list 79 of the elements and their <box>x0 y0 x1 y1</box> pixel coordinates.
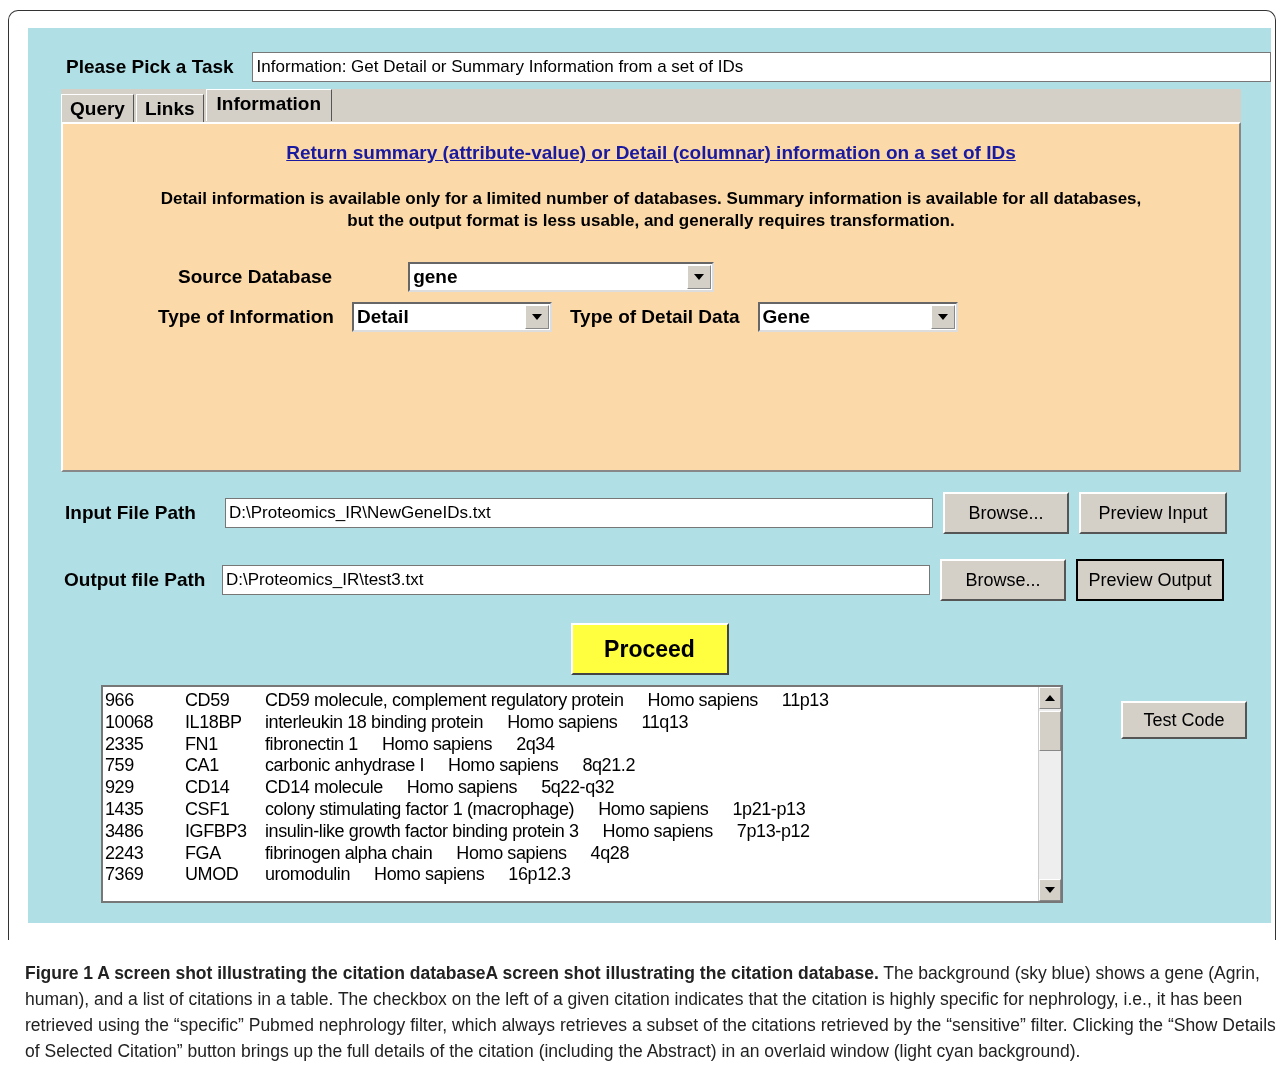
gene-id: 1435 <box>105 799 145 821</box>
path-field[interactable]: D:\Proteomics_IR\test3.txt <box>222 565 930 595</box>
gene-id: 966 <box>105 690 135 712</box>
location: 8q21.2 <box>582 755 636 778</box>
gene-name: colony stimulating factor 1 (macrophage) <box>265 799 575 821</box>
gene-symbol: IL18BP <box>185 711 243 734</box>
tab[interactable]: Links <box>135 94 204 122</box>
proceed-button[interactable]: Proceed <box>570 623 729 675</box>
gene-name: CD59 molecule, complement regulatory protein <box>265 690 624 712</box>
summary-link[interactable]: Return summary (attribute-value) or Detail (columnar) information on a set of IDs <box>286 142 1016 164</box>
species: Homo sapiens <box>507 711 618 734</box>
scroll-up-button[interactable] <box>1039 687 1061 709</box>
species: Homo sapiens <box>374 864 485 887</box>
gene-id: 2243 <box>105 842 145 865</box>
preview-button[interactable]: Preview Input <box>1079 492 1227 534</box>
gene-id: 3486 <box>105 820 145 843</box>
task-field[interactable]: Information: Get Detail or Summary Information from a set of IDs <box>251 52 1271 82</box>
gene-name: fibrinogen alpha chain <box>265 842 433 865</box>
location: 16p12.3 <box>508 864 571 887</box>
gene-name: fibronectin 1 <box>265 733 358 756</box>
gene-id: 2335 <box>105 733 145 756</box>
species: Homo sapiens <box>406 777 518 799</box>
species: Homo sapiens <box>602 820 713 843</box>
gene-name: insulin-like growth factor binding protein 3 <box>265 820 579 843</box>
scroll-down-button[interactable] <box>1039 879 1061 901</box>
scroll-thumb[interactable] <box>1039 711 1061 751</box>
species: Homo sapiens <box>381 733 493 756</box>
gene-symbol: UMOD <box>185 864 240 887</box>
gene-id: 759 <box>105 755 135 778</box>
gene-symbol: IGFBP3 <box>185 820 248 843</box>
dropdown[interactable]: gene <box>408 262 715 292</box>
gene-name: uromodulin <box>265 864 351 887</box>
location: 11p13 <box>781 690 829 712</box>
species: Homo sapiens <box>456 842 567 865</box>
gene-name: interleukin 18 binding protein <box>265 711 484 734</box>
species: Homo sapiens <box>647 690 758 712</box>
location: 2q34 <box>516 733 555 756</box>
gene-symbol: FGA <box>185 842 222 865</box>
gene-id: 929 <box>105 777 135 799</box>
field-label: Source Database <box>178 266 333 288</box>
description: Detail information is available only for a limited number of databases. Summary information is available for all databases, but the output format is less usable, and generally requires transformation. <box>159 188 1143 232</box>
location: 1p21-p13 <box>732 799 806 821</box>
gene-name: CD14 molecule <box>265 777 383 799</box>
down-arrow-icon <box>694 274 705 280</box>
results-list[interactable] <box>101 685 1063 903</box>
task-label: Please Pick a Task <box>66 56 234 78</box>
tab[interactable]: Information <box>205 89 333 121</box>
location: 11q13 <box>641 711 689 734</box>
browse-button[interactable]: Browse... <box>940 559 1066 601</box>
down-arrow-icon <box>1045 887 1055 893</box>
species: Homo sapiens <box>598 799 709 821</box>
down-arrow-icon <box>937 314 948 320</box>
gene-symbol: CA1 <box>185 755 220 778</box>
scrollbar[interactable] <box>1038 687 1061 901</box>
field-label: Type of Information <box>158 306 334 328</box>
browse-button[interactable]: Browse... <box>943 492 1069 534</box>
up-arrow-icon <box>1045 695 1055 701</box>
test-code-button[interactable]: Test Code <box>1121 701 1247 739</box>
gene-symbol: CD59 <box>185 690 231 712</box>
field-label: Type of Detail Data <box>569 306 740 328</box>
location: 7p13-p12 <box>736 820 810 843</box>
dropdown[interactable]: Gene <box>757 302 958 332</box>
tab[interactable]: Query <box>61 94 134 122</box>
path-field[interactable]: D:\Proteomics_IR\NewGeneIDs.txt <box>225 498 933 528</box>
down-arrow-icon <box>531 314 542 320</box>
gene-id: 7369 <box>105 864 145 887</box>
gene-symbol: FN1 <box>185 733 219 756</box>
path-label: Input File Path <box>65 502 197 524</box>
figure-caption: Figure 1 A screen shot illustrating the citation databaseA screen shot illustrating the citation database. The background (sky blue) shows a gene (Agrin, human), and a list of citations in a table. The checkbox on the left of a given citation indicates that the citation is highly specific for nephrology, i.e., it has been retrieved using the “specific” Pubmed nephrology filter, which always retrieves a subset of the citations retrieved by the “sensitive” filter. Clicking the “Show Details of Selected Citation” button brings up the full details of the citation (including the Abstract) in an overlaid window (light cyan background). <box>25 962 1276 1063</box>
gene-id: 10068 <box>105 711 155 734</box>
gene-symbol: CSF1 <box>185 799 231 821</box>
gene-symbol: CD14 <box>185 777 231 799</box>
preview-button[interactable]: Preview Output <box>1076 559 1224 601</box>
gene-name: carbonic anhydrase I <box>265 755 425 778</box>
species: Homo sapiens <box>448 755 559 778</box>
dropdown[interactable]: Detail <box>351 302 552 332</box>
location: 4q28 <box>590 842 630 865</box>
path-label: Output file Path <box>64 569 207 591</box>
location: 5q22-q32 <box>541 777 614 799</box>
